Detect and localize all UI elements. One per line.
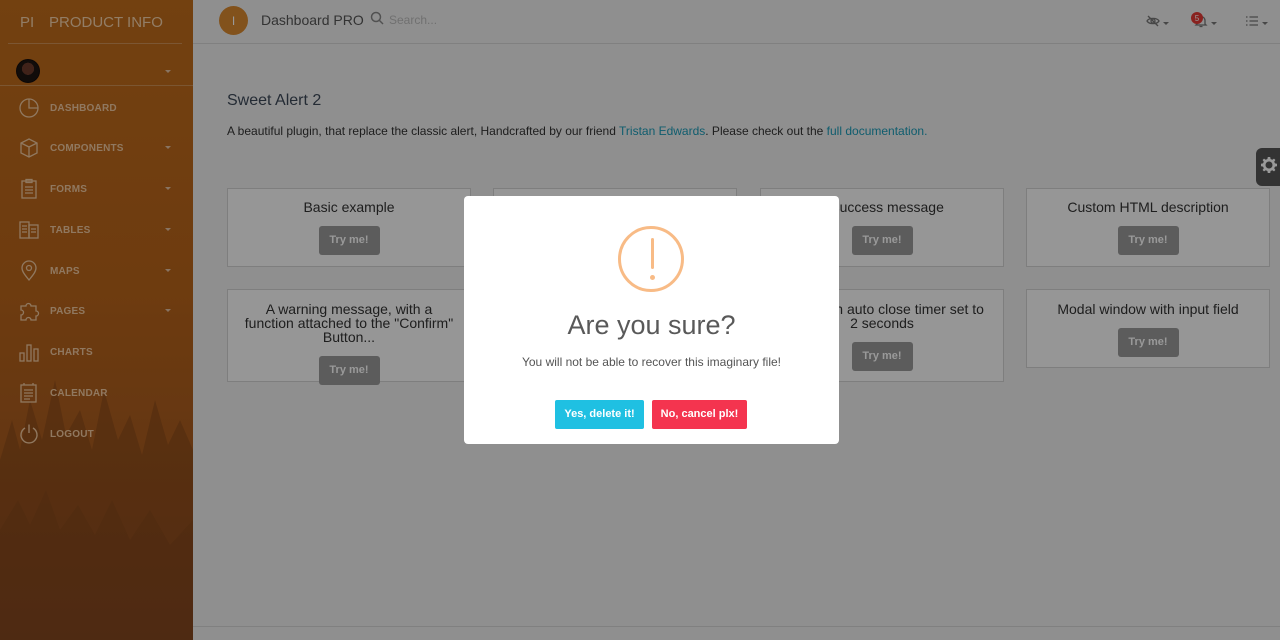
confirm-dialog: Are you sure? You will not be able to re… [464, 196, 839, 444]
cancel-button[interactable]: No, cancel plx! [652, 400, 747, 429]
warning-icon-dot [650, 275, 655, 280]
confirm-delete-button[interactable]: Yes, delete it! [555, 400, 644, 429]
dialog-message: You will not be able to recover this ima… [521, 355, 782, 369]
warning-icon [618, 226, 684, 292]
dialog-title: Are you sure? [567, 310, 736, 340]
warning-icon-bar [651, 238, 654, 269]
